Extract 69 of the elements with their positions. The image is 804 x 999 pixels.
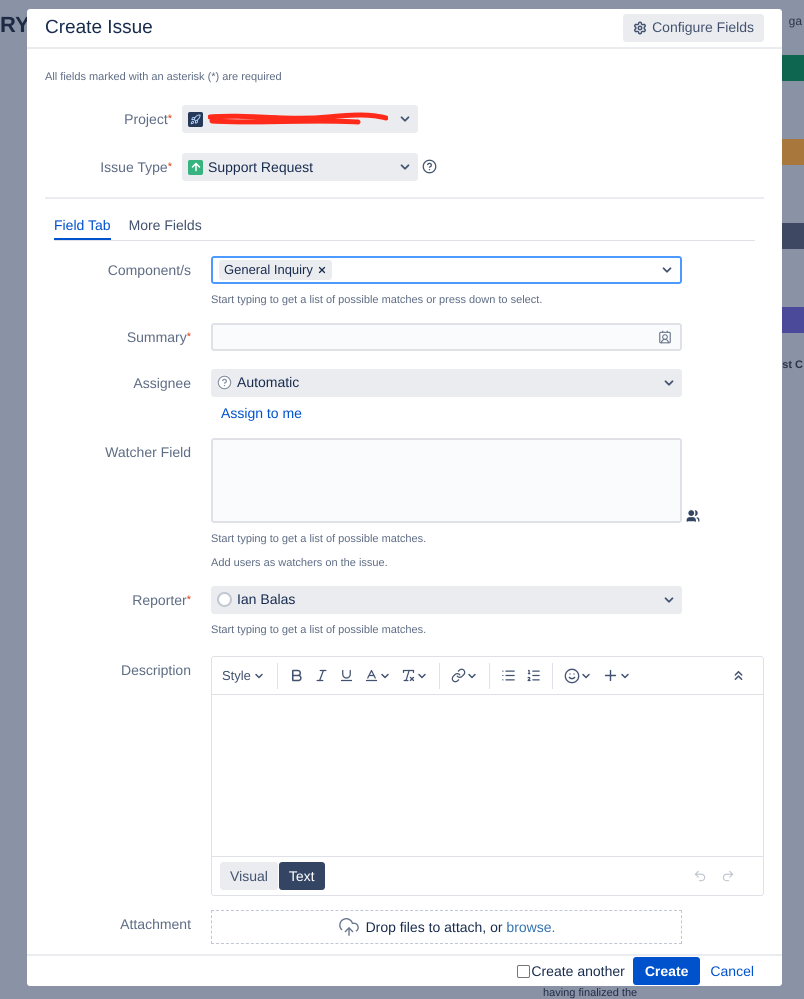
contact-card-icon bbox=[658, 330, 672, 344]
background-text: st C bbox=[782, 358, 803, 373]
underline-icon bbox=[338, 668, 354, 683]
user-value: Automatic bbox=[237, 373, 300, 392]
link-icon bbox=[450, 668, 466, 683]
help-icon[interactable] bbox=[422, 159, 437, 174]
arrow-up-icon bbox=[188, 160, 203, 174]
configure-fields-button[interactable]: Configure Fields bbox=[623, 14, 764, 42]
attachment-drop-zone[interactable]: Drop files to attach, or browse. bbox=[211, 910, 682, 944]
background-card-header bbox=[782, 55, 804, 81]
background-heading: RY bbox=[0, 11, 30, 39]
numbered-list-icon bbox=[526, 668, 541, 683]
field-label: Attachment bbox=[120, 916, 191, 932]
create-button[interactable]: Create bbox=[632, 957, 700, 985]
field-label: Reporter bbox=[132, 592, 187, 608]
required-asterisk: * bbox=[186, 594, 191, 606]
required-asterisk: * bbox=[186, 330, 191, 342]
hint-text: Start typing to get a list of possible matches. bbox=[211, 622, 428, 638]
user-value: Ian Balas bbox=[237, 590, 296, 609]
component-tag: General Inquiry bbox=[219, 260, 332, 280]
field-label: Component/s bbox=[108, 262, 191, 278]
field-label: Project bbox=[124, 111, 168, 127]
hint-text: Start typing to get a list of possible matches. bbox=[211, 532, 428, 546]
remove-icon[interactable] bbox=[316, 265, 327, 275]
user-select[interactable]: Ian Balas bbox=[211, 586, 682, 614]
required-asterisk: * bbox=[168, 113, 172, 125]
avatar-icon bbox=[217, 592, 232, 607]
field-label: Description bbox=[120, 662, 191, 678]
field-label: Watcher Field bbox=[105, 444, 191, 460]
summary-input[interactable] bbox=[211, 322, 682, 350]
background-text: having finalized the bbox=[543, 987, 638, 999]
field-label: Assignee bbox=[133, 374, 191, 390]
style-dropdown[interactable]: Style bbox=[216, 666, 271, 686]
issue-type-value: Support Request bbox=[208, 158, 314, 177]
dialog-title: Create Issue bbox=[45, 16, 153, 40]
browse-link[interactable]: browse. bbox=[506, 918, 556, 934]
users-icon[interactable] bbox=[686, 508, 700, 522]
editor-mode-tab[interactable]: Text bbox=[278, 862, 325, 890]
italic-icon bbox=[314, 668, 329, 683]
project-select[interactable] bbox=[182, 105, 418, 133]
create-another-label: Create another bbox=[531, 962, 625, 980]
background-text: ga bbox=[788, 13, 802, 30]
bullet-list-icon bbox=[500, 668, 516, 683]
background-card-header bbox=[782, 223, 804, 249]
required-asterisk: * bbox=[168, 161, 172, 173]
editor-mode-tab[interactable]: Visual bbox=[220, 862, 278, 890]
smiley-icon bbox=[564, 668, 580, 684]
rocket-icon bbox=[188, 112, 203, 126]
hint-text: Add users as watchers on the issue. bbox=[211, 556, 389, 571]
form-tab[interactable]: Field Tab bbox=[54, 215, 111, 240]
required-note: All fields marked with an asterisk (*) are required bbox=[45, 70, 283, 84]
user-select[interactable]: Automatic bbox=[211, 368, 682, 396]
gear-icon bbox=[633, 20, 648, 35]
issue-type-select[interactable]: Support Request bbox=[182, 153, 418, 181]
assign-to-me-link[interactable]: Assign to me bbox=[221, 402, 302, 424]
background-card-header bbox=[782, 139, 804, 165]
cloud-upload-icon bbox=[338, 916, 360, 938]
unknown-user-icon bbox=[217, 375, 232, 390]
cancel-link[interactable]: Cancel bbox=[710, 960, 754, 982]
text-color-icon bbox=[364, 668, 379, 683]
drop-files-text: Drop files to attach, or browse. bbox=[366, 918, 556, 937]
hint-text: Start typing to get a list of possible matches or press down to select. bbox=[211, 293, 544, 308]
clear-format-icon bbox=[400, 668, 416, 683]
component-select[interactable]: General Inquiry bbox=[211, 256, 682, 284]
form-tab[interactable]: More Fields bbox=[128, 215, 202, 240]
background-card-header bbox=[782, 307, 804, 333]
field-label: Issue Type bbox=[100, 159, 168, 175]
create-another-checkbox[interactable] bbox=[517, 964, 530, 978]
field-label: Summary bbox=[126, 328, 187, 344]
